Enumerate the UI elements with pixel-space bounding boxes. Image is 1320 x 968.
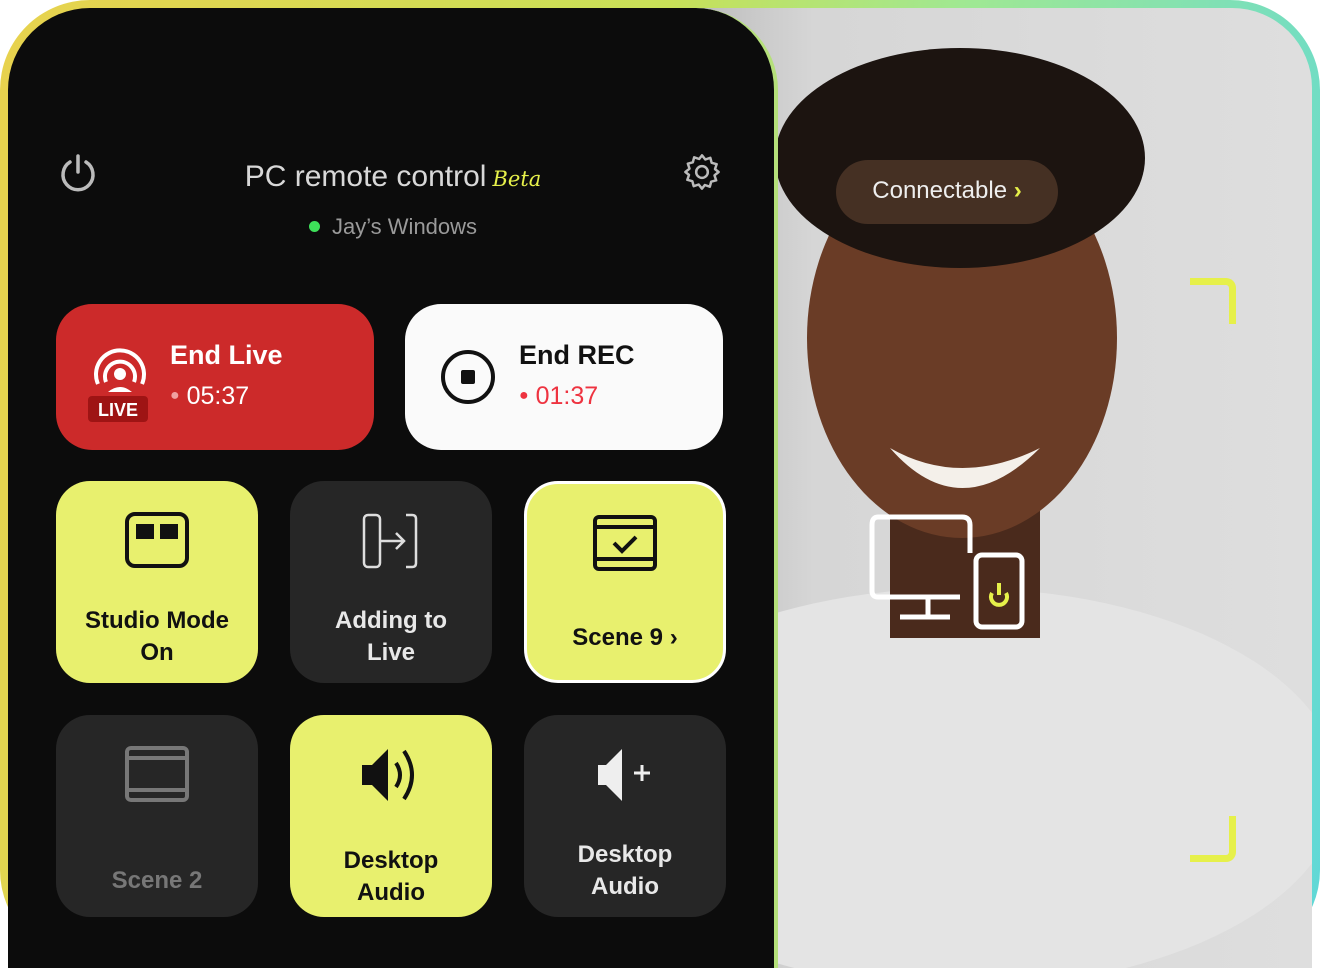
tile-desktop-audio-active[interactable]: Desktop Audio [290, 715, 492, 917]
live-timer: ● 05:37 [170, 382, 250, 410]
gear-icon[interactable] [682, 152, 722, 192]
beta-badge: Beta [492, 167, 542, 191]
tile-scene-9[interactable]: Scene 9 › [524, 481, 726, 683]
corner-bracket-top [1190, 278, 1236, 324]
live-badge: LIVE [98, 400, 138, 420]
page-title: PC remote control Beta [244, 160, 542, 193]
device-name: Jay’s Windows [331, 214, 478, 239]
chevron-right-icon: › [1013, 177, 1022, 204]
tile-label: Desktop Audio [343, 847, 439, 906]
tile-studio-mode[interactable]: Studio Mode On [56, 481, 258, 683]
end-live-button[interactable]: LIVE End Live ● 05:37 [56, 304, 374, 450]
connectable-pill[interactable]: Connectable › [836, 160, 1058, 224]
speaker-icon [362, 749, 414, 801]
tile-label: Desktop Audio [577, 841, 673, 900]
scene-icon [125, 746, 189, 802]
speaker-add-icon [598, 749, 650, 801]
tile-label: Adding to Live [335, 607, 447, 666]
corner-bracket-bottom [1190, 816, 1236, 862]
scene-check-icon [593, 515, 657, 571]
end-rec-button[interactable]: End REC ● 01:37 [405, 304, 723, 450]
rec-timer: ● 01:37 [519, 382, 599, 410]
tile-label: Studio Mode On [85, 607, 229, 666]
add-to-live-icon [362, 513, 418, 569]
live-broadcast-icon: LIVE [88, 348, 148, 422]
tile-adding-to-live[interactable]: Adding to Live [290, 481, 492, 683]
device-status[interactable]: Jay’s Windows [8, 214, 778, 240]
remote-control-panel: PC remote control Beta Jay’s Windows LIVE… [8, 8, 778, 968]
tile-label: Scene 2 [111, 867, 203, 894]
chevron-right-icon: › [669, 624, 678, 651]
end-live-label: End Live [170, 340, 283, 370]
status-dot [308, 221, 320, 232]
scene-9-label-row: Scene 9 › [572, 624, 678, 651]
connectable-label: Connectable [872, 177, 1008, 204]
end-rec-label: End REC [519, 340, 635, 370]
monitor-phone-icon [869, 514, 1025, 630]
tile-scene-2[interactable]: Scene 2 [56, 715, 258, 917]
stop-record-icon [441, 350, 495, 404]
tile-desktop-audio-add[interactable]: Desktop Audio [524, 715, 726, 917]
studio-mode-icon [125, 512, 189, 568]
